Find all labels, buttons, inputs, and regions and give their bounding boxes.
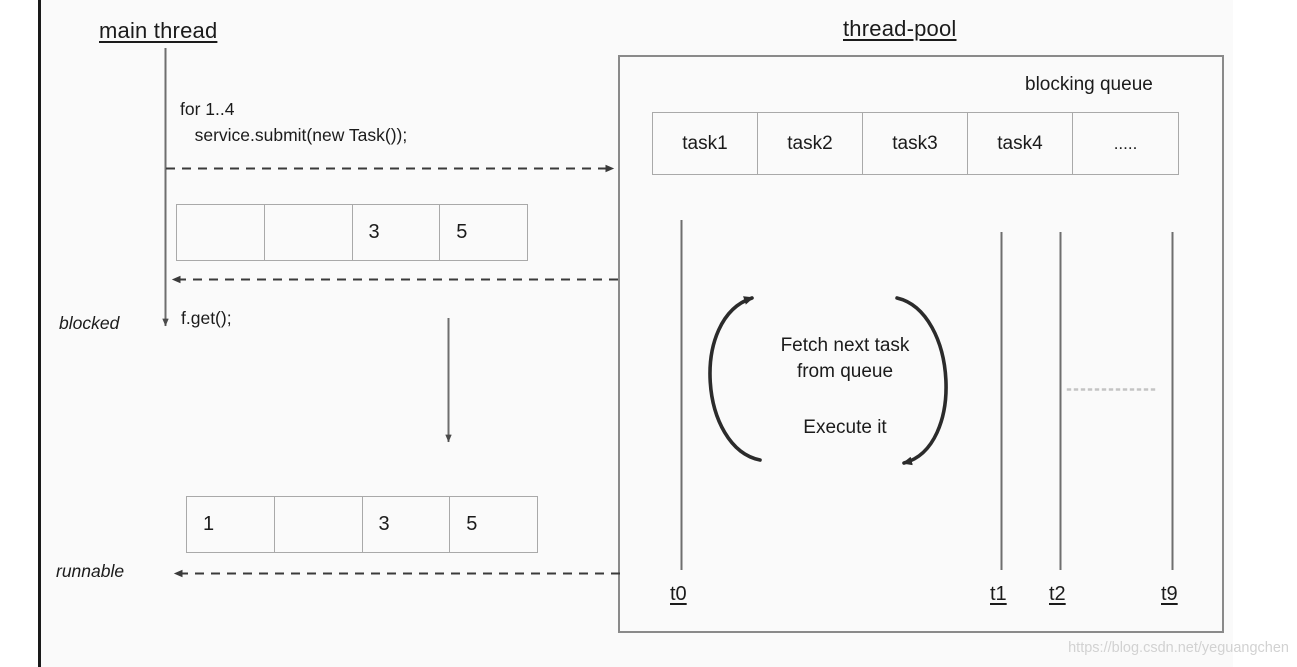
- thread-pool-title: thread-pool: [843, 16, 957, 41]
- array-cell: 1: [187, 497, 275, 552]
- result-array-runnable: 1 3 5: [186, 496, 538, 553]
- submit-code-block: for 1..4 service.submit(new Task());: [180, 99, 408, 145]
- array-cell: [265, 205, 353, 260]
- blocking-queue-row: task1 task2 task3 task4 .....: [652, 112, 1179, 175]
- array-cell: [275, 497, 363, 552]
- array-cell: [177, 205, 265, 260]
- result-array-blocked: 3 5: [176, 204, 528, 261]
- state-label-runnable: runnable: [56, 561, 125, 581]
- thread-label-t2: t2: [1049, 583, 1066, 605]
- queue-cell-overflow: .....: [1113, 133, 1138, 153]
- loop-text-execute: Execute it: [803, 417, 887, 438]
- get-code-block: f.get();: [181, 308, 232, 328]
- main-thread-title: main thread: [99, 18, 218, 43]
- queue-cell: task4: [968, 113, 1073, 174]
- state-label-blocked: blocked: [59, 313, 120, 333]
- queue-cell: task3: [863, 113, 968, 174]
- diagram-canvas: main thread thread-pool blocking queue t…: [0, 0, 1297, 667]
- array-cell: 3: [363, 497, 451, 552]
- thread-label-t1: t1: [990, 583, 1007, 605]
- array-cell: 5: [466, 513, 478, 535]
- queue-cell: task1: [653, 113, 758, 174]
- watermark-text: https://blog.csdn.net/yeguangchen: [1068, 640, 1289, 656]
- array-cell: 3: [353, 205, 441, 260]
- loop-text-fetch: Fetch next task from queue: [780, 335, 910, 382]
- array-cell: 5: [456, 221, 468, 243]
- queue-cell: task2: [758, 113, 863, 174]
- thread-label-t9: t9: [1161, 583, 1178, 605]
- blocking-queue-label: blocking queue: [1025, 74, 1153, 95]
- thread-label-t0: t0: [670, 583, 687, 605]
